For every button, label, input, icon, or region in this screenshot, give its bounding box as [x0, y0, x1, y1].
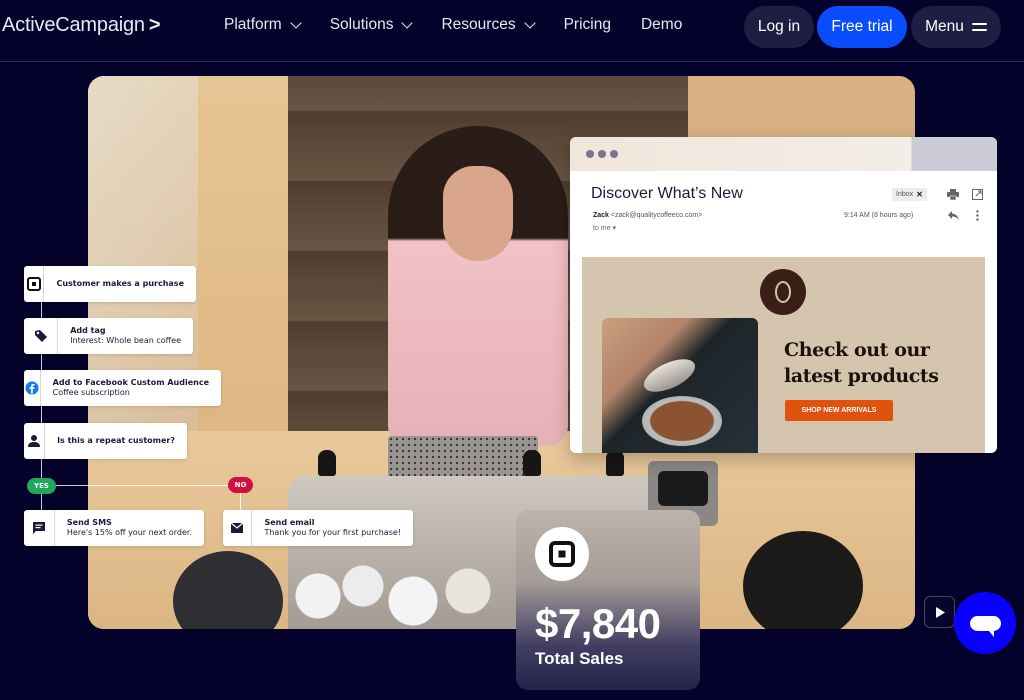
coffee-tamper-photo: [602, 318, 758, 453]
workflow-no-connector: [240, 493, 241, 511]
nav-demo-label: Demo: [640, 16, 683, 33]
promo-headline-line2: latest products: [784, 365, 939, 387]
workflow-branch-line: [56, 485, 231, 486]
hamburger-icon: [971, 23, 987, 31]
window-dots-icon: [586, 150, 618, 158]
workflow-step-text: Send email Thank you for your first purc…: [252, 510, 413, 546]
photo-cups: [293, 556, 503, 629]
nav-pricing[interactable]: Pricing: [564, 16, 611, 34]
workflow-action-sms[interactable]: Send SMS Here's 15% off your next order.: [24, 510, 204, 546]
person-icon: [24, 423, 46, 459]
workflow-step[interactable]: Is this a repeat customer?: [24, 423, 187, 459]
total-sales-label: Total Sales: [535, 649, 624, 668]
workflow-step-text: Add to Facebook Custom Audience Coffee s…: [41, 370, 221, 406]
sender-name: Zack: [593, 212, 609, 219]
open-in-new-window-icon[interactable]: [971, 188, 983, 200]
workflow-step-text: Send SMS Here's 15% off your next order.: [55, 510, 204, 546]
workflow-step-text: Is this a repeat customer?: [45, 423, 187, 459]
page: ActiveCampaign > Platform Solutions Reso…: [0, 0, 1024, 700]
photo-knob: [318, 450, 336, 476]
facebook-icon: [24, 370, 41, 406]
tag-icon: [24, 318, 59, 354]
play-icon: [935, 606, 945, 618]
email-timestamp: 9:14 AM (8 hours ago): [844, 212, 914, 219]
nav-resources-label: Resources: [441, 16, 516, 33]
coffee-brand-seal-icon: [760, 269, 806, 315]
email-subject: Discover What’s New: [591, 185, 743, 202]
email-icon: [223, 510, 253, 546]
square-pos-icon: [24, 266, 45, 302]
photo-drip-tray: [388, 436, 538, 481]
nav-platform-label: Platform: [224, 16, 282, 33]
activecampaign-logo[interactable]: ActiveCampaign >: [2, 14, 161, 37]
photo-knob: [523, 450, 541, 476]
logo-text: ActiveCampaign: [2, 14, 145, 36]
chat-bubble-icon: [969, 615, 1001, 637]
chevron-down-icon: [290, 16, 302, 29]
workflow-step-text: Add tag Interest: Whole bean coffee: [58, 318, 193, 354]
nav-resources[interactable]: Resources: [441, 16, 536, 34]
workflow-step-title: Add tag: [70, 326, 106, 335]
nav-demo[interactable]: Demo: [641, 16, 682, 34]
yes-badge: YES: [27, 478, 56, 494]
email-sender: Zack <zack@qualitycoffeeco.com>: [593, 212, 702, 219]
more-options-icon[interactable]: [971, 209, 983, 221]
nav-pricing-label: Pricing: [563, 16, 611, 33]
no-badge: NO: [228, 477, 253, 493]
caret-down-icon: ▾: [612, 225, 616, 232]
play-video-button[interactable]: [924, 596, 955, 628]
workflow-step[interactable]: Add to Facebook Custom Audience Coffee s…: [24, 370, 221, 406]
workflow-step[interactable]: Customer makes a purchase: [24, 266, 196, 302]
main-nav: Platform Solutions Resources Pricing Dem…: [224, 16, 712, 34]
shop-new-arrivals-button[interactable]: SHOP NEW ARRIVALS: [785, 400, 893, 421]
logo-chevron-icon: >: [148, 14, 161, 36]
recipient-text: to me: [593, 225, 611, 232]
photo-knob: [606, 450, 624, 476]
promo-headline: Check out our latest products: [784, 337, 939, 389]
workflow-action-email[interactable]: Send email Thank you for your first purc…: [223, 510, 413, 546]
workflow-step-subtitle: Thank you for your first purchase!: [264, 528, 401, 537]
sms-icon: [24, 510, 55, 546]
nav-platform[interactable]: Platform: [224, 16, 302, 34]
workflow-step-title: Add to Facebook Custom Audience: [52, 378, 209, 387]
chevron-down-icon: [523, 16, 536, 29]
square-pos-icon: [535, 527, 589, 581]
site-header: ActiveCampaign > Platform Solutions Reso…: [0, 0, 1024, 52]
remove-label-icon[interactable]: ✕: [916, 190, 923, 199]
free-trial-button[interactable]: Free trial: [817, 6, 907, 48]
email-window-titlebar: [570, 137, 997, 171]
nav-solutions[interactable]: Solutions: [329, 16, 414, 34]
total-sales-value: $7,840: [535, 600, 661, 647]
total-sales-card: $7,840 Total Sales: [516, 510, 700, 690]
chevron-down-icon: [401, 16, 414, 29]
login-button[interactable]: Log in: [744, 6, 814, 48]
reply-icon[interactable]: [947, 209, 959, 221]
email-body: Check out our latest products SHOP NEW A…: [582, 257, 985, 453]
workflow-step-subtitle: Interest: Whole bean coffee: [70, 336, 181, 345]
header-divider: [0, 61, 1024, 62]
menu-button[interactable]: Menu: [911, 6, 1001, 48]
promo-headline-line1: Check out our: [784, 339, 930, 361]
workflow-step-title: Is this a repeat customer?: [57, 436, 175, 445]
workflow-step-title: Send email: [264, 518, 315, 527]
sender-email: <zack@qualitycoffeeco.com>: [610, 212, 703, 219]
email-recipient[interactable]: to me ▾: [593, 224, 616, 232]
workflow-step-title: Customer makes a purchase: [56, 279, 184, 288]
workflow-step-text: Customer makes a purchase: [44, 266, 196, 302]
nav-solutions-label: Solutions: [329, 16, 394, 33]
inbox-label-text: Inbox: [896, 191, 914, 198]
workflow-step-subtitle: Here's 15% off your next order.: [66, 528, 192, 537]
email-preview-card: Discover What’s New Inbox ✕ Zack <zack@q…: [570, 137, 997, 453]
menu-label: Menu: [925, 18, 964, 35]
workflow-step[interactable]: Add tag Interest: Whole bean coffee: [24, 318, 193, 354]
print-icon[interactable]: [947, 188, 959, 200]
inbox-label[interactable]: Inbox ✕: [892, 188, 927, 201]
workflow-step-subtitle: Coffee subscription: [52, 388, 130, 397]
photo-barista-face: [443, 166, 513, 261]
workflow-step-title: Send SMS: [66, 518, 112, 527]
chat-widget-button[interactable]: [954, 592, 1016, 654]
